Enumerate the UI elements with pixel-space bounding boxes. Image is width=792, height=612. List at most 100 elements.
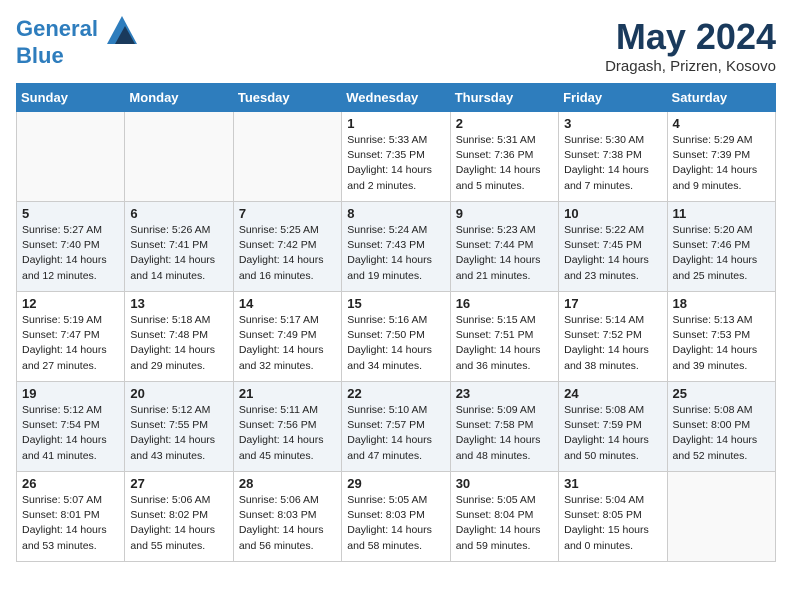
day-info: Sunrise: 5:23 AM Sunset: 7:44 PM Dayligh…: [456, 223, 553, 284]
day-number: 11: [673, 206, 770, 221]
weekday-header-sunday: Sunday: [17, 84, 125, 112]
day-number: 18: [673, 296, 770, 311]
day-info: Sunrise: 5:20 AM Sunset: 7:46 PM Dayligh…: [673, 223, 770, 284]
weekday-header-saturday: Saturday: [667, 84, 775, 112]
calendar-cell: 4Sunrise: 5:29 AM Sunset: 7:39 PM Daylig…: [667, 112, 775, 202]
day-info: Sunrise: 5:05 AM Sunset: 8:04 PM Dayligh…: [456, 493, 553, 554]
day-number: 23: [456, 386, 553, 401]
day-info: Sunrise: 5:15 AM Sunset: 7:51 PM Dayligh…: [456, 313, 553, 374]
calendar-cell: 10Sunrise: 5:22 AM Sunset: 7:45 PM Dayli…: [559, 202, 667, 292]
month-title: May 2024: [605, 16, 776, 58]
calendar-cell: 22 Sunrise: 5:10 AM Sunset: 7:57 PM Dayli…: [342, 382, 450, 472]
day-info: Sunrise: 5:33 AM Sunset: 7:35 PM Dayligh…: [347, 133, 444, 194]
day-number: 21: [239, 386, 336, 401]
calendar-cell: 7 Sunrise: 5:25 AM Sunset: 7:42 PM Daylig…: [233, 202, 341, 292]
day-number: 26: [22, 476, 119, 491]
day-info: Sunrise: 5:24 AM Sunset: 7:43 PM Dayligh…: [347, 223, 444, 284]
logo-icon: [107, 16, 137, 44]
calendar-cell: 25Sunrise: 5:08 AM Sunset: 8:00 PM Dayli…: [667, 382, 775, 472]
day-info: Sunrise: 5:09 AM Sunset: 7:58 PM Dayligh…: [456, 403, 553, 464]
calendar-cell: 5 Sunrise: 5:27 AM Sunset: 7:40 PM Daylig…: [17, 202, 125, 292]
day-info: Sunrise: 5:26 AM Sunset: 7:41 PM Dayligh…: [130, 223, 227, 284]
calendar-cell: 18Sunrise: 5:13 AM Sunset: 7:53 PM Dayli…: [667, 292, 775, 382]
day-number: 29: [347, 476, 444, 491]
calendar-cell: 1 Sunrise: 5:33 AM Sunset: 7:35 PM Daylig…: [342, 112, 450, 202]
day-info: Sunrise: 5:06 AM Sunset: 8:03 PM Dayligh…: [239, 493, 336, 554]
page-header: General Blue May 2024 Dragash, Prizren, …: [16, 16, 776, 75]
day-info: Sunrise: 5:12 AM Sunset: 7:55 PM Dayligh…: [130, 403, 227, 464]
calendar-cell: 15Sunrise: 5:16 AM Sunset: 7:50 PM Dayli…: [342, 292, 450, 382]
day-number: 20: [130, 386, 227, 401]
day-number: 6: [130, 206, 227, 221]
calendar-cell: 26 Sunrise: 5:07 AM Sunset: 8:01 PM Dayli…: [17, 472, 125, 562]
logo: General Blue: [16, 16, 137, 68]
day-number: 7: [239, 206, 336, 221]
day-info: Sunrise: 5:14 AM Sunset: 7:52 PM Dayligh…: [564, 313, 661, 374]
week-row-4: 19 Sunrise: 5:12 AM Sunset: 7:54 PM Dayli…: [17, 382, 776, 472]
day-info: Sunrise: 5:18 AM Sunset: 7:48 PM Dayligh…: [130, 313, 227, 374]
calendar-cell: 13 Sunrise: 5:18 AM Sunset: 7:48 PM Dayli…: [125, 292, 233, 382]
calendar-cell: 30 Sunrise: 5:05 AM Sunset: 8:04 PM Dayli…: [450, 472, 558, 562]
calendar-cell: 14Sunrise: 5:17 AM Sunset: 7:49 PM Dayli…: [233, 292, 341, 382]
day-number: 16: [456, 296, 553, 311]
title-block: May 2024 Dragash, Prizren, Kosovo: [605, 16, 776, 75]
weekday-header-friday: Friday: [559, 84, 667, 112]
calendar-cell: 31 Sunrise: 5:04 AM Sunset: 8:05 PM Dayli…: [559, 472, 667, 562]
week-row-5: 26 Sunrise: 5:07 AM Sunset: 8:01 PM Dayli…: [17, 472, 776, 562]
calendar-cell: 9 Sunrise: 5:23 AM Sunset: 7:44 PM Daylig…: [450, 202, 558, 292]
day-number: 3: [564, 116, 661, 131]
day-info: Sunrise: 5:22 AM Sunset: 7:45 PM Dayligh…: [564, 223, 661, 284]
calendar-cell: 11 Sunrise: 5:20 AM Sunset: 7:46 PM Dayli…: [667, 202, 775, 292]
day-info: Sunrise: 5:30 AM Sunset: 7:38 PM Dayligh…: [564, 133, 661, 194]
week-row-2: 5 Sunrise: 5:27 AM Sunset: 7:40 PM Daylig…: [17, 202, 776, 292]
calendar-cell: 3 Sunrise: 5:30 AM Sunset: 7:38 PM Daylig…: [559, 112, 667, 202]
calendar-cell: [233, 112, 341, 202]
day-number: 9: [456, 206, 553, 221]
day-info: Sunrise: 5:07 AM Sunset: 8:01 PM Dayligh…: [22, 493, 119, 554]
day-info: Sunrise: 5:17 AM Sunset: 7:49 PM Dayligh…: [239, 313, 336, 374]
calendar-cell: [125, 112, 233, 202]
weekday-header-wednesday: Wednesday: [342, 84, 450, 112]
weekday-header-monday: Monday: [125, 84, 233, 112]
day-info: Sunrise: 5:25 AM Sunset: 7:42 PM Dayligh…: [239, 223, 336, 284]
day-number: 27: [130, 476, 227, 491]
day-number: 5: [22, 206, 119, 221]
day-number: 19: [22, 386, 119, 401]
day-number: 1: [347, 116, 444, 131]
week-row-3: 12Sunrise: 5:19 AM Sunset: 7:47 PM Dayli…: [17, 292, 776, 382]
day-number: 12: [22, 296, 119, 311]
calendar-cell: 16 Sunrise: 5:15 AM Sunset: 7:51 PM Dayli…: [450, 292, 558, 382]
logo-blue-text: Blue: [16, 44, 137, 68]
day-number: 31: [564, 476, 661, 491]
week-row-1: 1 Sunrise: 5:33 AM Sunset: 7:35 PM Daylig…: [17, 112, 776, 202]
location-subtitle: Dragash, Prizren, Kosovo: [605, 58, 776, 75]
weekday-header-thursday: Thursday: [450, 84, 558, 112]
day-number: 28: [239, 476, 336, 491]
day-info: Sunrise: 5:11 AM Sunset: 7:56 PM Dayligh…: [239, 403, 336, 464]
calendar-cell: 24Sunrise: 5:08 AM Sunset: 7:59 PM Dayli…: [559, 382, 667, 472]
calendar-table: SundayMondayTuesdayWednesdayThursdayFrid…: [16, 83, 776, 562]
day-number: 22: [347, 386, 444, 401]
day-number: 4: [673, 116, 770, 131]
day-number: 2: [456, 116, 553, 131]
day-info: Sunrise: 5:04 AM Sunset: 8:05 PM Dayligh…: [564, 493, 661, 554]
day-info: Sunrise: 5:10 AM Sunset: 7:57 PM Dayligh…: [347, 403, 444, 464]
calendar-cell: [667, 472, 775, 562]
day-info: Sunrise: 5:27 AM Sunset: 7:40 PM Dayligh…: [22, 223, 119, 284]
calendar-cell: 6 Sunrise: 5:26 AM Sunset: 7:41 PM Daylig…: [125, 202, 233, 292]
day-number: 8: [347, 206, 444, 221]
day-number: 30: [456, 476, 553, 491]
day-info: Sunrise: 5:08 AM Sunset: 8:00 PM Dayligh…: [673, 403, 770, 464]
day-info: Sunrise: 5:12 AM Sunset: 7:54 PM Dayligh…: [22, 403, 119, 464]
calendar-cell: 8 Sunrise: 5:24 AM Sunset: 7:43 PM Daylig…: [342, 202, 450, 292]
day-info: Sunrise: 5:16 AM Sunset: 7:50 PM Dayligh…: [347, 313, 444, 374]
calendar-cell: [17, 112, 125, 202]
logo-text: General: [16, 16, 137, 44]
day-number: 13: [130, 296, 227, 311]
day-info: Sunrise: 5:06 AM Sunset: 8:02 PM Dayligh…: [130, 493, 227, 554]
calendar-cell: 27 Sunrise: 5:06 AM Sunset: 8:02 PM Dayli…: [125, 472, 233, 562]
day-info: Sunrise: 5:05 AM Sunset: 8:03 PM Dayligh…: [347, 493, 444, 554]
calendar-cell: 28 Sunrise: 5:06 AM Sunset: 8:03 PM Dayli…: [233, 472, 341, 562]
weekday-header-row: SundayMondayTuesdayWednesdayThursdayFrid…: [17, 84, 776, 112]
calendar-cell: 17Sunrise: 5:14 AM Sunset: 7:52 PM Dayli…: [559, 292, 667, 382]
